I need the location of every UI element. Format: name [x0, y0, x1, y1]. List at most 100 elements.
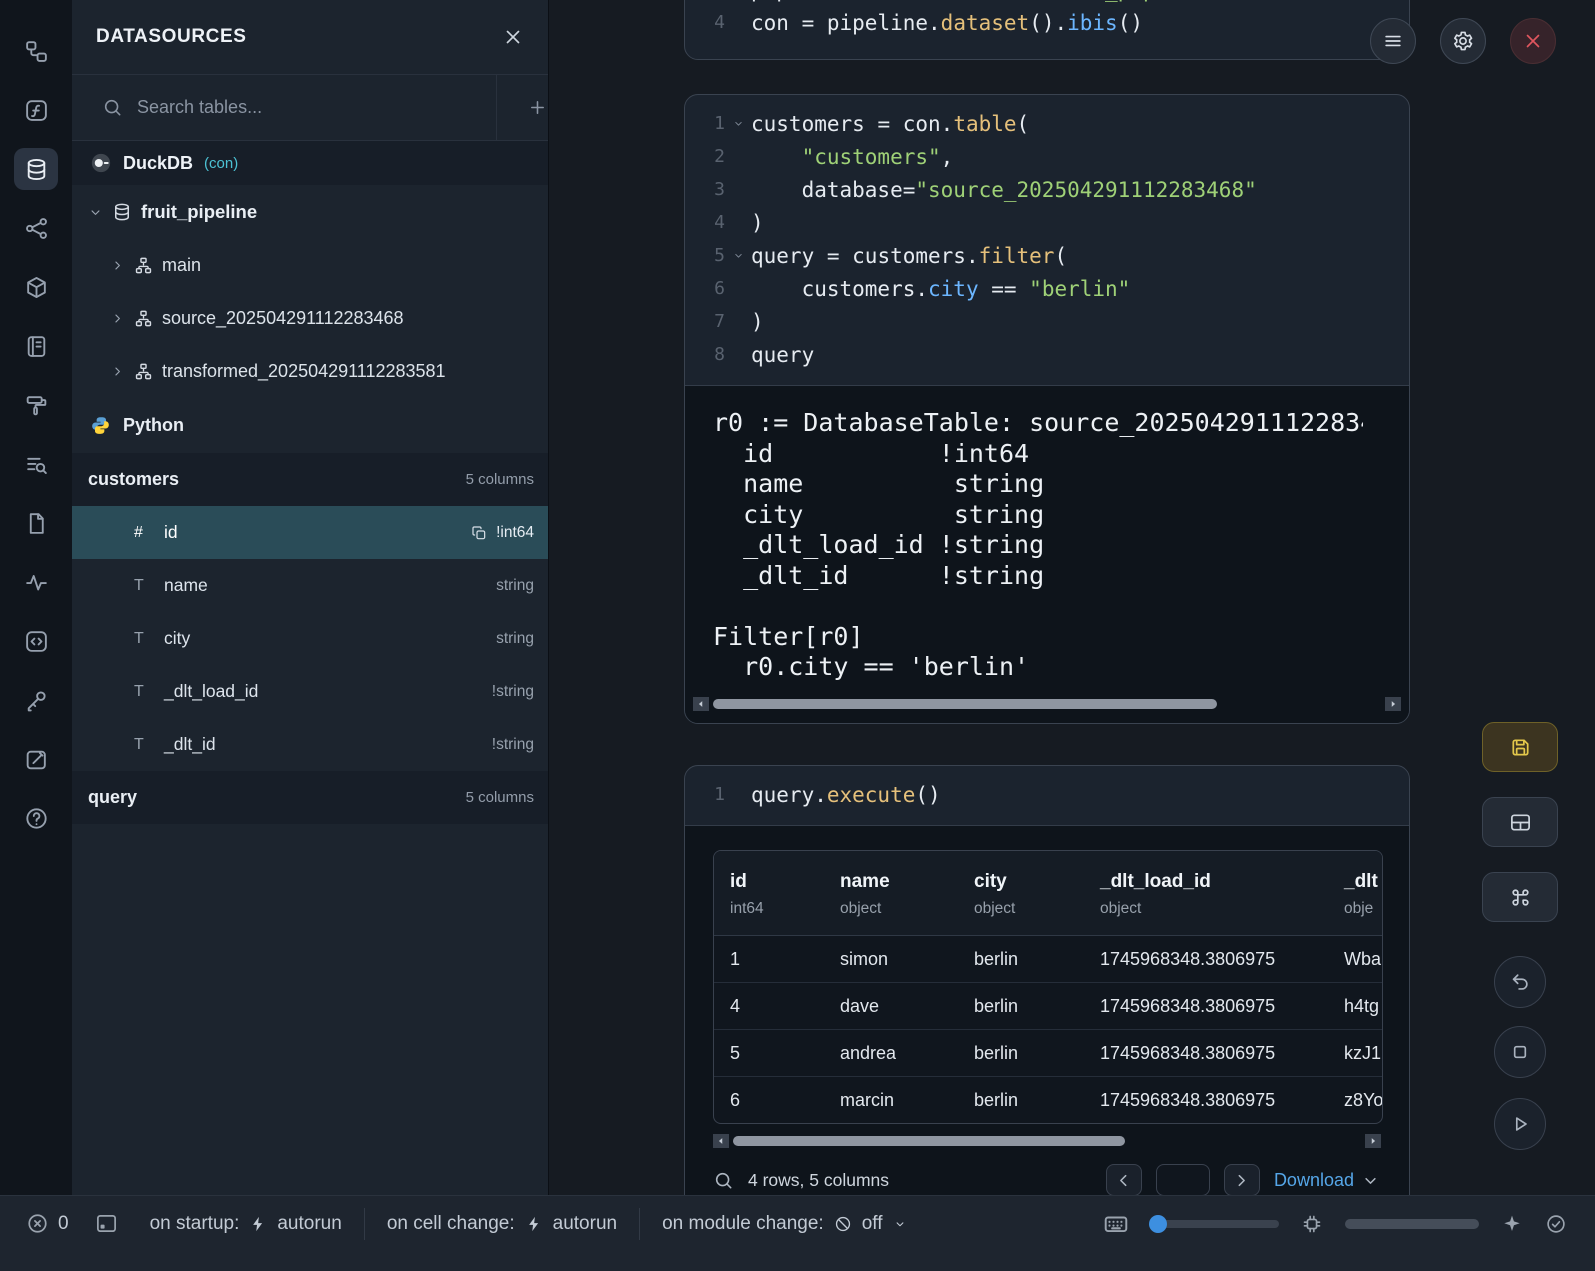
- table-header-id[interactable]: id int64: [714, 851, 824, 935]
- activity-logs-button[interactable]: [14, 443, 58, 485]
- activity-workflow-button[interactable]: [14, 30, 58, 72]
- code-editor[interactable]: 1 query.execute(): [685, 766, 1409, 825]
- table-footer: 4 rows, 5 columns Download: [713, 1164, 1381, 1195]
- stop-button[interactable]: [1494, 1026, 1546, 1078]
- terminal-panel-button[interactable]: [95, 1212, 118, 1235]
- table-cell: berlin: [958, 1077, 1084, 1123]
- activity-activity-button[interactable]: [14, 561, 58, 603]
- scroll-right-button[interactable]: [1385, 697, 1401, 711]
- horizontal-scrollbar[interactable]: [713, 1134, 1381, 1148]
- chip-icon[interactable]: [1301, 1213, 1323, 1235]
- close-panel-button[interactable]: [502, 26, 524, 48]
- activity-notebook-button[interactable]: [14, 325, 58, 367]
- scrollbar-thumb[interactable]: [713, 699, 1217, 709]
- layout-button[interactable]: [1482, 797, 1558, 847]
- setting-on-cell-change[interactable]: on cell change: autorun: [364, 1208, 639, 1240]
- activity-snippets-button[interactable]: [14, 620, 58, 662]
- save-icon: [1509, 736, 1532, 759]
- fold-chevron-icon[interactable]: [725, 117, 751, 130]
- table-header-city[interactable]: city object: [958, 851, 1084, 935]
- tree-item-database[interactable]: fruit_pipeline: [72, 185, 548, 239]
- add-datasource-button[interactable]: [496, 75, 548, 141]
- status-right: [1103, 1211, 1567, 1237]
- connection-python[interactable]: Python: [72, 398, 548, 453]
- tree-item-schema-transformed_202504291112283581[interactable]: transformed_202504291112283581: [72, 345, 548, 398]
- status-bar: 0 on startup: autorun on cell change: au…: [0, 1195, 1595, 1271]
- search-tables-input[interactable]: [123, 97, 496, 118]
- workflow-icon: [24, 39, 49, 64]
- schema-icon: [134, 256, 153, 275]
- keyboard-icon[interactable]: [1103, 1211, 1129, 1237]
- table-row: 6marcinberlin1745968348.3806975z8Yo: [714, 1076, 1382, 1123]
- tree-item-schema-main[interactable]: main: [72, 239, 548, 292]
- table-header-_dlt_load_id[interactable]: _dlt_load_id object: [1084, 851, 1328, 935]
- scroll-left-button[interactable]: [713, 1134, 729, 1148]
- settings-button[interactable]: [1440, 18, 1486, 64]
- activity-functions-button[interactable]: [14, 89, 58, 131]
- scrollbar-track[interactable]: [731, 1134, 1363, 1148]
- table-section-query[interactable]: query 5 columns: [72, 771, 548, 824]
- line-number: 5: [685, 245, 725, 266]
- code-editor[interactable]: pipeline = dlt.attach("fruit_pipeline") …: [685, 0, 1409, 53]
- column-dtype: !string: [492, 736, 534, 754]
- save-button[interactable]: [1482, 722, 1558, 772]
- layout-icon: [1509, 811, 1532, 834]
- activity-secrets-button[interactable]: [14, 679, 58, 721]
- activity-packages-button[interactable]: [14, 266, 58, 308]
- code-cell-top[interactable]: pipeline = dlt.attach("fruit_pipeline") …: [684, 0, 1410, 60]
- column-item-_dlt_id[interactable]: T _dlt_id !string: [72, 718, 548, 771]
- schema-label: transformed_202504291112283581: [162, 361, 446, 382]
- activity-network-button[interactable]: [14, 207, 58, 249]
- next-page-button[interactable]: [1224, 1164, 1260, 1195]
- activity-scratchpad-button[interactable]: [14, 738, 58, 780]
- tree-item-schema-source_202504291112283468[interactable]: source_202504291112283468: [72, 292, 548, 345]
- table-header-name[interactable]: name object: [824, 851, 958, 935]
- scroll-right-button[interactable]: [1365, 1134, 1381, 1148]
- menu-button[interactable]: [1370, 18, 1416, 64]
- table-section-customers[interactable]: customers 5 columns: [72, 453, 548, 506]
- errors-indicator[interactable]: 0: [26, 1212, 69, 1235]
- activity-datasources-button[interactable]: [14, 148, 58, 190]
- download-link[interactable]: Download: [1274, 1170, 1381, 1191]
- scrollbar-thumb[interactable]: [733, 1136, 1125, 1146]
- schema-label: source_202504291112283468: [162, 308, 404, 329]
- code-cell-filter[interactable]: 1 customers = con.table( 2 "customers", …: [684, 94, 1410, 724]
- setting-on-startup[interactable]: on startup: autorun: [128, 1208, 364, 1240]
- table-row: 1simonberlin1745968348.3806975Wba: [714, 936, 1382, 982]
- column-item-name[interactable]: T name string: [72, 559, 548, 612]
- column-item-_dlt_load_id[interactable]: T _dlt_load_id !string: [72, 665, 548, 718]
- prev-page-button[interactable]: [1106, 1164, 1142, 1195]
- run-button[interactable]: [1494, 1098, 1546, 1150]
- cell-output: id int64 name object city object _dlt_lo…: [685, 825, 1409, 1195]
- page-size-select[interactable]: [1156, 1164, 1210, 1195]
- code-editor[interactable]: 1 customers = con.table( 2 "customers", …: [685, 95, 1409, 385]
- slider-knob[interactable]: [1149, 1215, 1167, 1233]
- table-search-icon[interactable]: [713, 1170, 734, 1191]
- table-header-_dlt[interactable]: _dlt obje: [1328, 851, 1383, 935]
- command-palette-button[interactable]: [1482, 872, 1558, 922]
- undo-button[interactable]: [1494, 956, 1546, 1008]
- slider-control[interactable]: [1151, 1220, 1279, 1228]
- column-item-id[interactable]: # id !int64: [72, 506, 548, 559]
- copy-icon[interactable]: [471, 525, 487, 541]
- activity-documentation-button[interactable]: [14, 502, 58, 544]
- connection-duckdb[interactable]: DuckDB (con): [72, 141, 548, 185]
- activity-help-button[interactable]: [14, 797, 58, 839]
- datasources-panel: DATASOURCES DuckDB (con) fruit_pipeline …: [72, 0, 549, 1195]
- chevron-down-icon: [88, 205, 103, 220]
- code-cell-execute[interactable]: 1 query.execute() id int64 name object c…: [684, 765, 1410, 1195]
- scrollbar-track[interactable]: [711, 697, 1383, 711]
- close-icon: [502, 26, 524, 48]
- close-notebook-button[interactable]: [1510, 18, 1556, 64]
- column-name: city: [164, 628, 496, 649]
- scroll-left-button[interactable]: [693, 697, 709, 711]
- fold-chevron-icon[interactable]: [725, 249, 751, 262]
- table-cell: 5: [714, 1030, 824, 1076]
- setting-on-module-change[interactable]: on module change: off: [639, 1208, 928, 1240]
- spark-icon[interactable]: [1501, 1213, 1523, 1235]
- horizontal-scrollbar[interactable]: [693, 697, 1401, 711]
- activity-theme-button[interactable]: [14, 384, 58, 426]
- search-icon: [102, 97, 123, 118]
- check-circle-icon[interactable]: [1545, 1213, 1567, 1235]
- column-item-city[interactable]: T city string: [72, 612, 548, 665]
